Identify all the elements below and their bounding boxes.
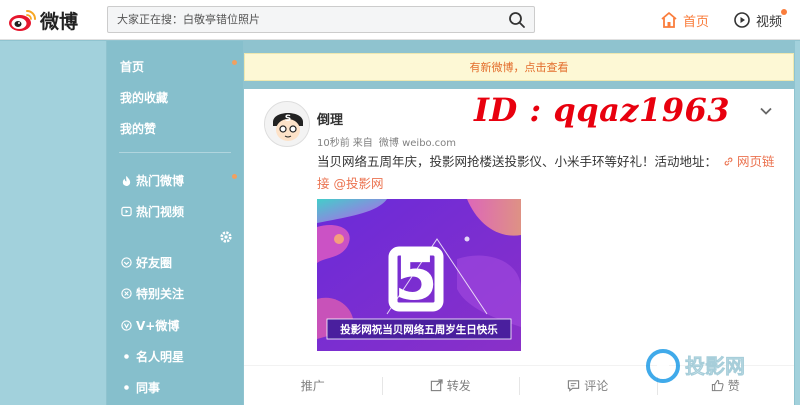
sidebar-item-hot-video[interactable]: 热门视频 <box>107 198 243 224</box>
sidebar-item-label: V+微博 <box>136 318 180 333</box>
sidebar-dot <box>232 174 237 179</box>
post-time[interactable]: 10秒前 <box>317 138 350 149</box>
repost-label: 转发 <box>446 379 471 393</box>
sidebar-item-label: 首页 <box>120 59 145 74</box>
post-text: 当贝网络五周年庆，投影网抢楼送投影仪、小米手环等好礼！活动地址： 网页链接 @投影… <box>317 151 777 195</box>
nav-video-link[interactable]: 视频 <box>733 9 782 31</box>
sidebar-item-favorites[interactable]: 我的收藏 <box>107 84 243 110</box>
post-body: 当贝网络五周年庆，投影网抢楼送投影仪、小米手环等好礼！活动地址： <box>317 154 718 169</box>
friends-circle-icon <box>120 256 132 268</box>
new-posts-notice[interactable]: 有新微博，点击查看 <box>244 53 794 81</box>
video-icon <box>734 12 750 28</box>
nav-home-link[interactable]: 首页 <box>660 9 709 31</box>
promote-label: 推广 <box>300 379 325 393</box>
sidebar-item-label: 特别关注 <box>136 286 185 301</box>
post-username[interactable]: 倒理 <box>317 109 343 128</box>
avatar[interactable]: S <box>264 101 310 147</box>
post-source-prefix: 来自 <box>352 138 373 149</box>
weibo-logo[interactable]: 微博 <box>8 6 78 34</box>
repost-icon <box>430 379 443 392</box>
sidebar-item-label: 名人明星 <box>136 349 185 364</box>
sidebar-item-label: 我的赞 <box>120 121 157 136</box>
bullet-dot-icon <box>120 350 132 362</box>
sidebar-item-celebrities[interactable]: 名人明星 <box>107 343 243 369</box>
promote-button[interactable]: 推广 <box>244 366 382 405</box>
notification-dot <box>781 9 787 15</box>
nav-video-label: 视频 <box>756 14 783 30</box>
comment-button[interactable]: 评论 <box>519 366 657 405</box>
play-icon <box>120 205 132 217</box>
sidebar-dot <box>232 60 237 65</box>
right-background-rail <box>795 41 800 405</box>
logo-text: 微博 <box>40 10 79 33</box>
sidebar-item-label: 热门视频 <box>136 204 185 219</box>
weibo-logo-icon <box>9 10 36 31</box>
post-image[interactable]: 5 投影网祝当贝网络五周岁生日快乐 <box>317 199 521 351</box>
link-icon <box>724 157 733 166</box>
comment-icon <box>568 380 580 392</box>
sidebar-item-home[interactable]: 首页 <box>107 53 243 79</box>
special-follow-icon <box>120 287 132 299</box>
sidebar-item-special-follow[interactable]: 特别关注 <box>107 280 243 306</box>
search-icon[interactable] <box>508 11 526 29</box>
search-input[interactable] <box>108 7 498 32</box>
sidebar-item-label: 同事 <box>136 380 161 395</box>
sidebar-item-label: 我的收藏 <box>120 90 169 105</box>
id-watermark-text: ID : qqaz1963 <box>474 91 731 129</box>
repost-button[interactable]: 转发 <box>381 366 520 405</box>
svg-text:S: S <box>285 114 291 124</box>
home-icon <box>661 12 677 28</box>
sidebar-item-colleagues[interactable]: 同事 <box>107 374 243 400</box>
sidebar-item-friends[interactable]: 好友圈 <box>107 249 243 275</box>
projector-site-logo: 投影网 <box>646 349 745 383</box>
gear-icon[interactable] <box>219 230 233 244</box>
chevron-down-icon[interactable] <box>759 104 773 118</box>
mention-link[interactable]: @投影网 <box>334 176 384 191</box>
post-image-digit: 5 <box>394 241 437 314</box>
left-sidebar: 首页 我的收藏 我的赞 热门微博 热门视频 好友圈 特别关注 V+微博 名人明星… <box>107 41 243 405</box>
left-background-rail <box>0 41 106 405</box>
sidebar-item-label: 热门微博 <box>136 173 185 188</box>
flame-icon <box>120 174 132 186</box>
sidebar-divider <box>119 152 231 153</box>
sidebar-item-vplus[interactable]: V+微博 <box>107 312 243 338</box>
post-meta: 10秒前 来自 微博 weibo.com <box>317 134 459 149</box>
vplus-icon <box>120 319 132 331</box>
top-nav-bar: 微博 首页 视频 <box>0 0 800 40</box>
sidebar-item-hot-weibo[interactable]: 热门微博 <box>107 167 243 193</box>
corner-logo-text: 投影网 <box>685 354 745 378</box>
sidebar-item-label: 好友圈 <box>136 255 173 270</box>
post-image-caption: 投影网祝当贝网络五周岁生日快乐 <box>340 323 498 336</box>
bullet-dot-icon <box>120 381 132 393</box>
post-source[interactable]: 微博 weibo.com <box>379 138 456 149</box>
nav-home-label: 首页 <box>683 14 710 30</box>
comment-label: 评论 <box>584 379 609 393</box>
sidebar-item-likes[interactable]: 我的赞 <box>107 115 243 141</box>
search-box <box>107 6 535 33</box>
